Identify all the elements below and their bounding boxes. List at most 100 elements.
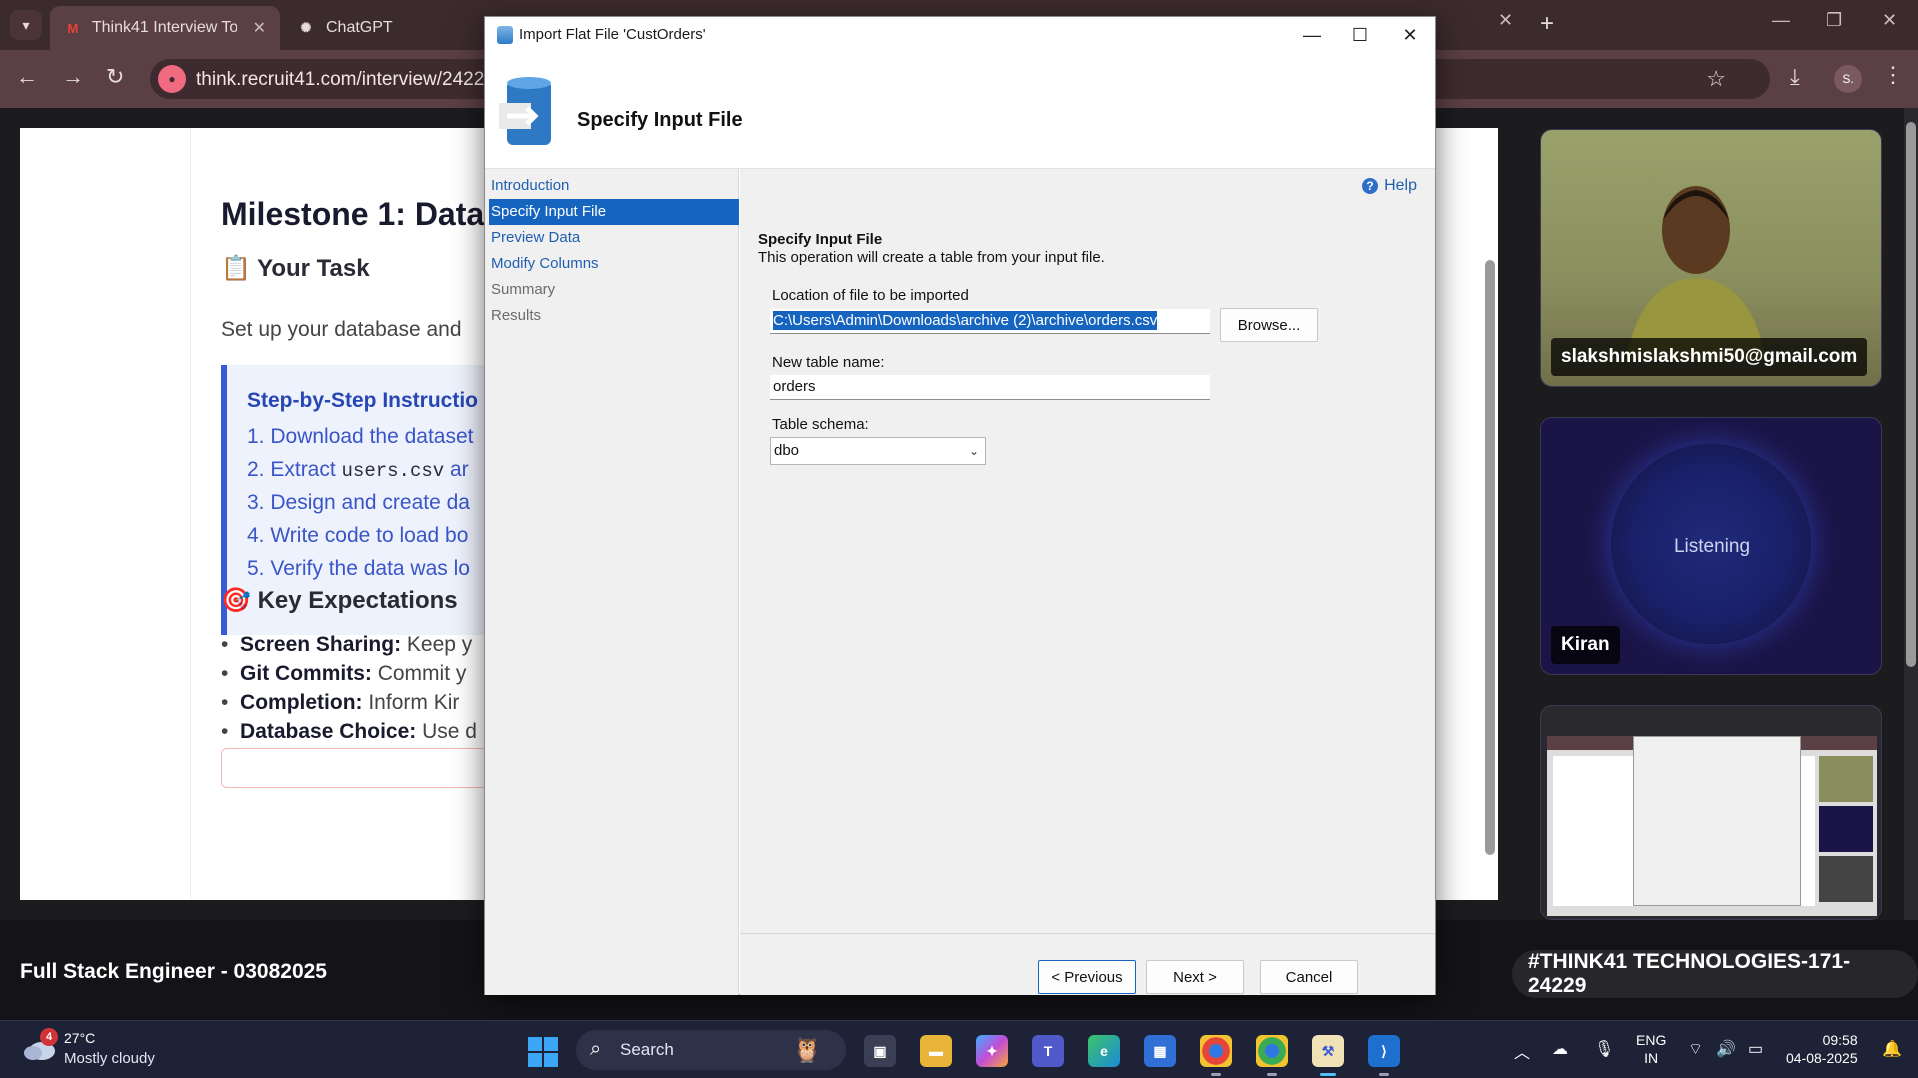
document-scrollbar[interactable] (1485, 260, 1495, 855)
location-label: Location of file to be imported (772, 287, 969, 304)
browse-button[interactable]: Browse... (1220, 308, 1318, 342)
minimize-icon[interactable]: — (1772, 10, 1790, 31)
participant-video-kiran: Listening Kiran (1540, 417, 1882, 675)
previous-button[interactable]: < Previous (1038, 960, 1136, 994)
close-icon[interactable]: ✕ (253, 18, 266, 38)
step-item: 1. Download the dataset (247, 425, 474, 449)
table-name-label: New table name: (772, 354, 885, 371)
chevron-down-icon: ▾ (22, 16, 30, 33)
chrome-profile-icon[interactable] (1256, 1035, 1288, 1076)
onedrive-icon[interactable]: ☁ (1552, 1039, 1568, 1059)
nav-summary: Summary (491, 281, 556, 298)
region-code: IN (1644, 1050, 1659, 1066)
system-clock[interactable]: 09:58 04-08-2025 (1786, 1031, 1858, 1067)
new-tab-button[interactable]: + (1540, 10, 1554, 38)
file-explorer-icon[interactable]: ▬ (920, 1035, 952, 1067)
restore-icon[interactable]: ❐ (1826, 10, 1842, 31)
camera-recording-icon[interactable]: ● (158, 65, 186, 93)
step-item: 3. Design and create da (247, 491, 470, 515)
listening-status: Listening (1673, 536, 1751, 557)
language-indicator[interactable]: ENG IN (1636, 1031, 1666, 1067)
help-link[interactable]: ? Help (1362, 177, 1417, 195)
nav-results: Results (491, 307, 542, 324)
forward-icon[interactable]: → (62, 64, 84, 90)
download-icon[interactable]: ⤓ (1790, 64, 1800, 90)
profile-avatar[interactable]: S. (1834, 65, 1862, 93)
wifi-icon[interactable]: ⌔ (1688, 1039, 1703, 1059)
weather-temperature[interactable]: 27°C (64, 1030, 95, 1046)
section-description: This operation will create a table from … (758, 249, 1105, 266)
vscode-icon[interactable]: ⟩ (1368, 1035, 1400, 1076)
next-button[interactable]: Next > (1146, 960, 1244, 994)
edge-icon[interactable]: e (1088, 1035, 1120, 1067)
back-icon[interactable]: ← (16, 64, 38, 90)
step-text: 2. Extract (247, 458, 342, 481)
step-code: users.csv (341, 460, 445, 482)
reload-icon[interactable]: ↻ (106, 64, 124, 90)
step-text: 4. Write code to load bo (247, 524, 469, 547)
expectations-heading-text: Key Expectations (257, 587, 458, 614)
clock-date: 04-08-2025 (1786, 1050, 1858, 1066)
minimize-icon[interactable]: — (1289, 21, 1335, 49)
chevron-up-icon[interactable]: ︿ (1514, 1039, 1530, 1063)
expectation-label: Completion: (240, 691, 363, 714)
url-text[interactable]: think.recruit41.com/interview/24229/ (196, 69, 500, 91)
expectation-label: Screen Sharing: (240, 633, 402, 656)
tab-interview[interactable]: M Think41 Interview Today: Interv ✕ (50, 6, 280, 50)
tab-label: ChatGPT (326, 19, 393, 36)
notification-bell-icon[interactable]: 🔔 (1882, 1039, 1902, 1059)
weather-description[interactable]: Mostly cloudy (64, 1050, 155, 1067)
more-menu-icon[interactable]: ⋮ (1882, 62, 1904, 88)
file-location-input[interactable]: C:\Users\Admin\Downloads\archive (2)\arc… (770, 309, 1210, 334)
tab-search-button[interactable]: ▾ (10, 10, 42, 40)
windows-start-icon[interactable] (528, 1037, 558, 1067)
expectation-item: • Database Choice: Use d (221, 720, 477, 743)
page-scrollbar[interactable] (1906, 122, 1916, 667)
step-text: 3. Design and create da (247, 491, 470, 514)
nav-introduction[interactable]: Introduction (489, 173, 739, 199)
schema-label: Table schema: (772, 416, 869, 433)
volume-icon[interactable]: 🔊 (1716, 1039, 1736, 1059)
windows-taskbar: 4 27°C Mostly cloudy ⌕ Search 🦉 ▣ ▬ ✦ T … (0, 1020, 1918, 1078)
help-label: Help (1384, 177, 1417, 194)
close-icon[interactable]: ✕ (1498, 10, 1513, 31)
maximize-icon[interactable]: ☐ (1337, 21, 1383, 49)
clipboard-icon: 📋 (221, 255, 251, 282)
expectation-text: Commit y (371, 662, 467, 685)
language-code: ENG (1636, 1032, 1667, 1048)
expectation-item: • Git Commits: Commit y (221, 662, 467, 685)
nav-preview-data[interactable]: Preview Data (489, 225, 739, 251)
wizard-nav: Introduction Specify Input File Preview … (485, 169, 739, 995)
schema-value: dbo (774, 442, 800, 459)
window-close-icon[interactable]: ✕ (1882, 10, 1897, 31)
table-name-input[interactable]: orders (770, 375, 1210, 400)
dialog-header: Specify Input File (485, 53, 1435, 169)
nav-specify-input-file[interactable]: Specify Input File (489, 199, 739, 225)
store-icon[interactable]: ▦ (1144, 1035, 1176, 1067)
chrome-icon[interactable] (1200, 1035, 1232, 1076)
footer-divider (740, 933, 1435, 934)
participant-video-self: slakshmislakshmi50@gmail.com (1540, 129, 1882, 387)
import-flat-file-dialog: Import Flat File 'CustOrders' — ☐ ✕ Spec… (484, 16, 1436, 995)
copilot-icon[interactable]: ✦ (976, 1035, 1008, 1067)
chevron-down-icon: ⌄ (968, 444, 979, 458)
section-title: Specify Input File (758, 231, 883, 248)
cancel-button[interactable]: Cancel (1260, 960, 1358, 994)
battery-icon[interactable]: ▭ (1748, 1039, 1763, 1059)
task-view-icon[interactable]: ▣ (864, 1035, 896, 1067)
schema-dropdown[interactable]: dbo ⌄ (770, 437, 986, 465)
ssms-icon[interactable]: ⚒ (1312, 1035, 1344, 1076)
step-item: 4. Write code to load bo (247, 524, 468, 548)
tab-chatgpt[interactable]: ✺ ChatGPT (282, 6, 482, 50)
step-text: 1. Download the dataset (247, 425, 474, 448)
search-icon: ⌕ (590, 1038, 602, 1060)
taskbar-search[interactable]: ⌕ Search 🦉 (576, 1030, 846, 1070)
close-icon[interactable]: ✕ (1387, 21, 1433, 49)
gmail-icon: M (67, 20, 79, 36)
expectations-heading: 🎯 Key Expectations (221, 586, 458, 615)
nav-modify-columns[interactable]: Modify Columns (489, 251, 739, 277)
teams-icon[interactable]: T (1032, 1035, 1064, 1067)
expectation-label: Database Choice: (240, 720, 417, 743)
bookmark-star-icon[interactable]: ☆ (1706, 66, 1726, 92)
microphone-icon[interactable]: 🎙 (1594, 1039, 1614, 1059)
